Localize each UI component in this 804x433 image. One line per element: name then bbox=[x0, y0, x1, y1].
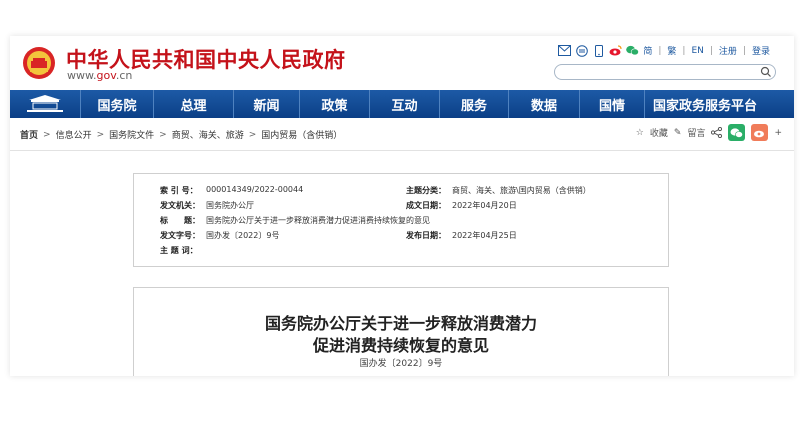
date-value: 2022年04月20日 bbox=[452, 201, 517, 210]
chevron-right-icon: > bbox=[43, 129, 51, 140]
issuer-label: 发文机关： bbox=[160, 201, 200, 210]
nav-premier[interactable]: 总理 bbox=[154, 90, 234, 118]
date-label: 成文日期： bbox=[406, 201, 446, 210]
site-header: 中华人民共和国中央人民政府 www.gov.cn 简 | 繁 | EN | 注册… bbox=[10, 36, 794, 90]
pubdate-value: 2022年04月25日 bbox=[452, 231, 517, 240]
info-row: 发布日期： 2022年04月25日 bbox=[406, 230, 517, 241]
nav-national-conditions[interactable]: 国情 bbox=[580, 90, 645, 118]
breadcrumb-bar: 首页 > 信息公开 > 国务院文件 > 商贸、海关、旅游 > 国内贸易（含供销）… bbox=[10, 118, 794, 151]
plus-icon[interactable]: + bbox=[774, 128, 782, 138]
info-row: 主题分类： 商贸、海关、旅游\国内贸易（含供销） bbox=[406, 185, 591, 196]
lang-simplified-link[interactable]: 简 bbox=[643, 44, 652, 57]
nav-state-council[interactable]: 国务院 bbox=[81, 90, 154, 118]
breadcrumb-info-public[interactable]: 信息公开 bbox=[56, 128, 92, 141]
url-main: gov bbox=[96, 69, 116, 82]
article-title-line1: 国务院办公厅关于进一步释放消费潜力 bbox=[264, 314, 537, 333]
category-value: 商贸、海关、旅游\国内贸易（含供销） bbox=[452, 186, 591, 195]
breadcrumb: 首页 > 信息公开 > 国务院文件 > 商贸、海关、旅游 > 国内贸易（含供销） bbox=[20, 128, 342, 142]
divider: | bbox=[742, 45, 746, 56]
search-icon[interactable] bbox=[760, 66, 772, 78]
doc-number-value: 国办发〔2022〕9号 bbox=[206, 231, 280, 240]
divider: | bbox=[658, 45, 662, 56]
mail-icon[interactable] bbox=[558, 44, 572, 57]
url-prefix: www. bbox=[67, 69, 97, 82]
weibo-icon[interactable] bbox=[609, 44, 622, 57]
url-suffix: .cn bbox=[115, 69, 133, 82]
article-doc-number: 国办发〔2022〕9号 bbox=[359, 359, 443, 369]
chevron-right-icon: > bbox=[96, 129, 105, 140]
mobile-icon[interactable] bbox=[592, 44, 605, 57]
info-row: 发文字号： 国办发〔2022〕9号 bbox=[160, 230, 279, 241]
breadcrumb-state-council-docs[interactable]: 国务院文件 bbox=[109, 128, 154, 141]
wechat-icon[interactable] bbox=[626, 44, 640, 57]
info-row: 发文机关： 国务院办公厅 bbox=[160, 200, 254, 211]
share-tools: ☆ 收藏 ✎ 留言 + bbox=[636, 124, 782, 141]
page-container: 中华人民共和国中央人民政府 www.gov.cn 简 | 繁 | EN | 注册… bbox=[10, 36, 794, 376]
index-label: 索 引 号： bbox=[160, 186, 198, 195]
home-gate-icon[interactable] bbox=[10, 90, 81, 118]
divider: | bbox=[709, 45, 713, 56]
breadcrumb-domestic-trade[interactable]: 国内贸易（含供销） bbox=[261, 128, 342, 141]
favorite-link[interactable]: 收藏 bbox=[650, 126, 668, 139]
top-tools: 简 | 繁 | EN | 注册 | 登录 bbox=[558, 44, 770, 57]
nav-gov-service-platform[interactable]: 国家政务服务平台 bbox=[645, 90, 765, 118]
keywords-label: 主 题 词： bbox=[160, 246, 198, 255]
category-label: 主题分类： bbox=[406, 186, 446, 195]
nav-services[interactable]: 服务 bbox=[440, 90, 509, 118]
login-link[interactable]: 登录 bbox=[752, 44, 770, 57]
doc-number-label: 发文字号： bbox=[160, 231, 200, 240]
tv-icon[interactable] bbox=[575, 44, 588, 57]
info-row: 标 题： 国务院办公厅关于进一步释放消费潜力促进消费持续恢复的意见 bbox=[160, 215, 430, 226]
weibo-share-icon[interactable] bbox=[751, 124, 769, 141]
info-row: 主 题 词： bbox=[160, 245, 206, 256]
index-value: 000014349/2022-00044 bbox=[206, 185, 304, 194]
info-row: 索 引 号： 000014349/2022-00044 bbox=[160, 185, 303, 196]
nav-interaction[interactable]: 互动 bbox=[370, 90, 440, 118]
subject-label: 标 题： bbox=[160, 216, 200, 225]
nav-news[interactable]: 新闻 bbox=[234, 90, 300, 118]
search-input[interactable] bbox=[554, 64, 776, 80]
site-url[interactable]: www.gov.cn bbox=[67, 69, 132, 82]
chevron-right-icon: > bbox=[248, 129, 257, 140]
document-info-table: 索 引 号： 000014349/2022-00044 主题分类： 商贸、海关、… bbox=[133, 173, 669, 267]
pubdate-label: 发布日期： bbox=[406, 231, 446, 240]
nav-policies[interactable]: 政策 bbox=[300, 90, 370, 118]
issuer-value: 国务院办公厅 bbox=[206, 201, 254, 210]
info-row: 成文日期： 2022年04月20日 bbox=[406, 200, 517, 211]
register-link[interactable]: 注册 bbox=[719, 44, 737, 57]
breadcrumb-home[interactable]: 首页 bbox=[20, 128, 38, 141]
wechat-share-icon[interactable] bbox=[728, 124, 746, 141]
nav-data[interactable]: 数据 bbox=[509, 90, 580, 118]
star-icon[interactable]: ☆ bbox=[636, 128, 644, 138]
article-body: 国务院办公厅关于进一步释放消费潜力 促进消费持续恢复的意见 国办发〔2022〕9… bbox=[133, 287, 669, 376]
national-emblem-icon[interactable] bbox=[22, 46, 56, 80]
main-nav: 国务院 总理 新闻 政策 互动 服务 数据 国情 国家政务服务平台 bbox=[10, 90, 794, 118]
lang-traditional-link[interactable]: 繁 bbox=[667, 44, 676, 57]
comment-icon[interactable]: ✎ bbox=[674, 128, 682, 138]
chevron-right-icon: > bbox=[159, 129, 167, 140]
comment-link[interactable]: 留言 bbox=[687, 126, 705, 139]
share-icon[interactable] bbox=[711, 127, 723, 138]
divider: | bbox=[682, 45, 686, 56]
breadcrumb-commerce[interactable]: 商贸、海关、旅游 bbox=[172, 128, 244, 141]
lang-english-link[interactable]: EN bbox=[691, 46, 703, 56]
subject-value: 国务院办公厅关于进一步释放消费潜力促进消费持续恢复的意见 bbox=[206, 216, 430, 225]
article-title-line2: 促进消费持续恢复的意见 bbox=[312, 336, 489, 355]
